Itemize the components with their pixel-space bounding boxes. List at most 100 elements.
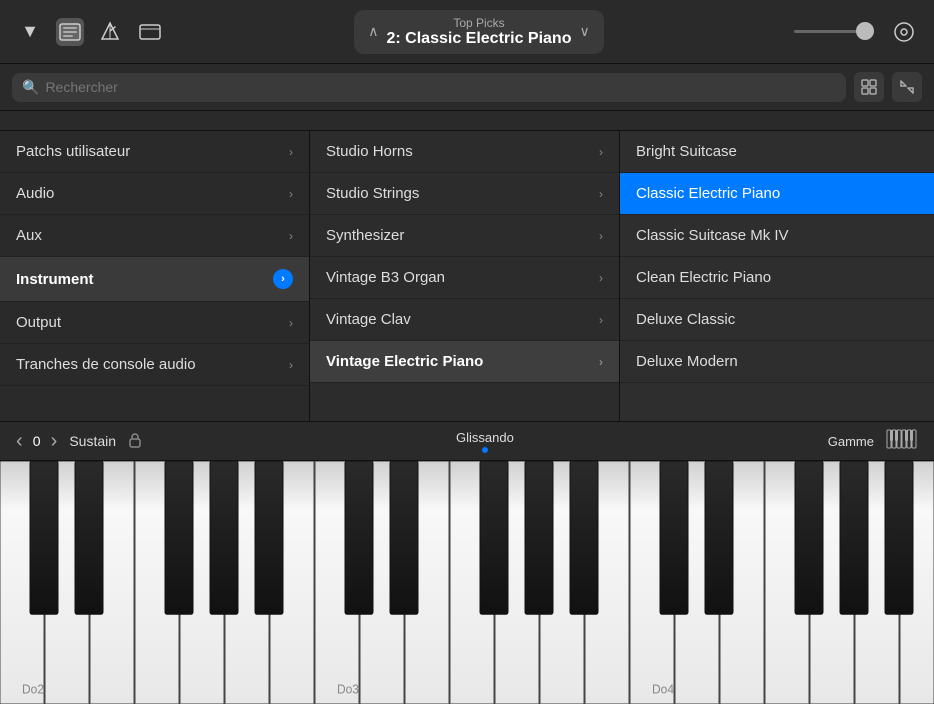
chevron-vintage-b3-organ: › <box>599 271 603 285</box>
chevron-studio-strings: › <box>599 187 603 201</box>
piano-keyboard: Do2 Do3 Do4 <box>0 461 934 704</box>
metronome-icon[interactable] <box>96 18 124 46</box>
middle-label-vintage-electric-piano: Vintage Electric Piano <box>326 353 483 370</box>
chevron-tranches: › <box>289 358 293 372</box>
top-bar-right <box>794 18 918 46</box>
top-bar-left: ▼ <box>16 18 164 46</box>
middle-label-vintage-b3-organ: Vintage B3 Organ <box>326 269 445 286</box>
search-wrapper[interactable]: 🔍 <box>12 73 846 102</box>
black-key-gs2[interactable] <box>210 461 238 614</box>
sidebar-label-aux: Aux <box>16 227 42 244</box>
note-label-do4: Do4 <box>652 682 674 696</box>
piano-keys-icon[interactable] <box>886 429 918 454</box>
preset-name: 2: Classic Electric Piano <box>387 30 572 48</box>
sidebar-label-audio: Audio <box>16 185 54 202</box>
black-key-cs3[interactable] <box>345 461 373 614</box>
chevron-audio: › <box>289 187 293 201</box>
search-input[interactable] <box>45 79 836 95</box>
white-keys-group[interactable] <box>0 461 934 704</box>
middle-label-synthesizer: Synthesizer <box>326 227 404 244</box>
right-item-deluxe-classic[interactable]: Deluxe Classic <box>620 299 934 341</box>
sidebar-label-instrument: Instrument <box>16 271 94 288</box>
sidebar-item-audio[interactable]: Audio › <box>0 173 309 215</box>
preset-title-block: Top Picks 2: Classic Electric Piano <box>387 16 572 48</box>
search-icon: 🔍 <box>22 79 39 96</box>
middle-item-vintage-clav[interactable]: Vintage Clav › <box>310 299 619 341</box>
right-panel: Bright Suitcase Classic Electric Piano C… <box>620 131 934 421</box>
keyboard-right-controls: Gamme <box>828 429 918 454</box>
right-label-deluxe-classic: Deluxe Classic <box>636 311 735 328</box>
preset-selector[interactable]: ∧ Top Picks 2: Classic Electric Piano ∨ <box>354 10 603 54</box>
dropdown-icon[interactable]: ▼ <box>16 18 44 46</box>
right-item-bright-suitcase[interactable]: Bright Suitcase <box>620 131 934 173</box>
black-key-fs4[interactable] <box>795 461 823 614</box>
scale-label: Gamme <box>828 434 874 449</box>
middle-item-vintage-electric-piano[interactable]: Vintage Electric Piano › <box>310 341 619 383</box>
glissando-section: Glissando <box>154 430 816 453</box>
right-label-clean-electric-piano: Clean Electric Piano <box>636 269 771 286</box>
right-label-deluxe-modern: Deluxe Modern <box>636 353 738 370</box>
preset-arrow-up[interactable]: ∧ <box>368 23 378 40</box>
chevron-vintage-electric-piano: › <box>599 355 603 369</box>
black-key-as3[interactable] <box>570 461 598 614</box>
sidebar-item-patchs-utilisateur[interactable]: Patchs utilisateur › <box>0 131 309 173</box>
sidebar-label-tranches: Tranches de console audio <box>16 356 196 373</box>
volume-slider[interactable] <box>794 30 874 33</box>
black-key-ds3[interactable] <box>390 461 418 614</box>
black-key-as2[interactable] <box>255 461 283 614</box>
right-item-classic-electric-piano[interactable]: Classic Electric Piano <box>620 173 934 215</box>
octave-right-arrow[interactable]: › <box>51 430 58 453</box>
black-key-ds2[interactable] <box>75 461 103 614</box>
library-icon[interactable] <box>56 18 84 46</box>
middle-item-vintage-b3-organ[interactable]: Vintage B3 Organ › <box>310 257 619 299</box>
chevron-vintage-clav: › <box>599 313 603 327</box>
chevron-instrument: › <box>273 269 293 289</box>
octave-left-arrow[interactable]: ‹ <box>16 430 23 453</box>
piano-svg: Do2 Do3 Do4 <box>0 461 934 704</box>
black-key-as4[interactable] <box>885 461 913 614</box>
middle-panel: Studio Horns › Studio Strings › Synthesi… <box>310 131 620 421</box>
lock-icon[interactable] <box>128 432 142 451</box>
search-bar-icons <box>854 72 922 102</box>
right-item-deluxe-modern[interactable]: Deluxe Modern <box>620 341 934 383</box>
middle-label-vintage-clav: Vintage Clav <box>326 311 411 328</box>
black-key-fs3[interactable] <box>480 461 508 614</box>
chevron-studio-horns: › <box>599 145 603 159</box>
octave-controls: ‹ 0 › <box>16 430 57 453</box>
black-key-cs2[interactable] <box>30 461 58 614</box>
sidebar-label-patchs-utilisateur: Patchs utilisateur <box>16 143 130 160</box>
sidebar-label-output: Output <box>16 314 61 331</box>
sidebar-item-aux[interactable]: Aux › <box>0 215 309 257</box>
sidebar-item-instrument[interactable]: Instrument › <box>0 257 309 302</box>
sidebar-item-output[interactable]: Output › <box>0 302 309 344</box>
collapse-icon[interactable] <box>892 72 922 102</box>
search-bar: 🔍 <box>0 64 934 111</box>
main-content: Patchs utilisateur › Audio › Aux › Instr… <box>0 131 934 421</box>
sidebar-item-tranches[interactable]: Tranches de console audio › <box>0 344 309 386</box>
note-label-do2: Do2 <box>22 682 44 696</box>
top-bar: ▼ ∧ Top Picks 2: Cl <box>0 0 934 64</box>
glissando-label: Glissando <box>456 430 514 445</box>
sidebar: Patchs utilisateur › Audio › Aux › Instr… <box>0 131 310 421</box>
right-item-classic-suitcase-mk-iv[interactable]: Classic Suitcase Mk IV <box>620 215 934 257</box>
middle-item-studio-strings[interactable]: Studio Strings › <box>310 173 619 215</box>
middle-item-synthesizer[interactable]: Synthesizer › <box>310 215 619 257</box>
octave-value: 0 <box>27 433 47 449</box>
right-label-classic-suitcase-mk-iv: Classic Suitcase Mk IV <box>636 227 789 244</box>
sustain-label: Sustain <box>69 433 116 449</box>
settings-icon[interactable] <box>890 18 918 46</box>
grid-view-icon[interactable] <box>854 72 884 102</box>
window-icon[interactable] <box>136 18 164 46</box>
middle-item-studio-horns[interactable]: Studio Horns › <box>310 131 619 173</box>
black-key-ds4[interactable] <box>705 461 733 614</box>
preset-arrow-down[interactable]: ∨ <box>579 23 589 40</box>
black-key-cs4[interactable] <box>660 461 688 614</box>
black-key-gs4[interactable] <box>840 461 868 614</box>
middle-label-studio-horns: Studio Horns <box>326 143 413 160</box>
black-key-gs3[interactable] <box>525 461 553 614</box>
chevron-synthesizer: › <box>599 229 603 243</box>
black-key-fs2[interactable] <box>165 461 193 614</box>
note-label-do3: Do3 <box>337 682 359 696</box>
preset-category: Top Picks <box>387 16 572 30</box>
right-item-clean-electric-piano[interactable]: Clean Electric Piano <box>620 257 934 299</box>
